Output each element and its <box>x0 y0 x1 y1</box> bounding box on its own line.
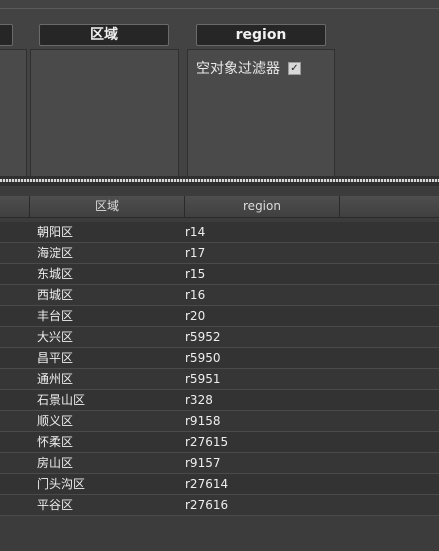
cell-region: r27616 <box>185 498 229 512</box>
cell-region: r20 <box>185 309 206 323</box>
null-object-filter-option[interactable]: 空对象过滤器 ✓ <box>196 58 301 78</box>
column-header-district[interactable]: 区域 <box>30 196 185 217</box>
panel-splitter[interactable] <box>0 176 439 186</box>
table-row[interactable]: 石景山区 r328 <box>0 390 439 411</box>
cell-district: 石景山区 <box>37 393 86 407</box>
table-row[interactable]: 朝阳区 r14 <box>0 222 439 243</box>
cell-district: 通州区 <box>37 372 74 386</box>
column-header-region[interactable]: region <box>185 196 340 217</box>
cell-district: 顺义区 <box>37 414 74 428</box>
cell-region: r14 <box>185 225 206 239</box>
cell-region: r5951 <box>185 372 221 386</box>
cell-region: r5950 <box>185 351 221 365</box>
table-row[interactable]: 平谷区 r27616 <box>0 495 439 516</box>
filter-header-district[interactable]: 区域 <box>39 24 169 46</box>
table-row[interactable]: 东城区 r15 <box>0 264 439 285</box>
cell-district: 门头沟区 <box>37 477 86 491</box>
cell-region: r15 <box>185 267 206 281</box>
null-object-filter-checkbox[interactable]: ✓ <box>288 61 301 75</box>
table-row[interactable]: 西城区 r16 <box>0 285 439 306</box>
filter-panel-region[interactable]: 空对象过滤器 ✓ <box>187 49 335 179</box>
null-object-filter-label: 空对象过滤器 <box>196 61 280 77</box>
table-row[interactable]: 怀柔区 r27615 <box>0 432 439 453</box>
cell-district: 昌平区 <box>37 351 74 365</box>
cell-district: 丰台区 <box>37 309 74 323</box>
filter-header-index[interactable] <box>0 24 13 46</box>
cell-district: 东城区 <box>37 267 74 281</box>
table-row[interactable]: 房山区 r9157 <box>0 453 439 474</box>
cell-region: r16 <box>185 288 206 302</box>
table-row[interactable]: 海淀区 r17 <box>0 243 439 264</box>
cell-region: r328 <box>185 393 213 407</box>
cell-district: 西城区 <box>37 288 74 302</box>
splitter-grip[interactable] <box>0 179 439 182</box>
table-row[interactable]: 昌平区 r5950 <box>0 348 439 369</box>
cell-region: r17 <box>185 246 206 260</box>
cell-region: r9158 <box>185 414 221 428</box>
filter-panel-district[interactable] <box>30 49 179 179</box>
column-header-empty[interactable] <box>340 196 439 217</box>
table-body: 朝阳区 r14 海淀区 r17 东城区 r15 西城区 r16 丰台区 r20 大兴区 r5952 昌平… <box>0 222 439 516</box>
cell-region: r5952 <box>185 330 221 344</box>
cell-region: r27614 <box>185 477 229 491</box>
data-viewer-window: 区域 region 空对象过滤器 ✓ 区域 region 朝阳区 r14 海淀区 r1… <box>0 0 439 551</box>
table-header: 区域 region <box>0 196 439 218</box>
cell-district: 平谷区 <box>37 498 74 512</box>
filter-header-region[interactable]: region <box>196 24 326 46</box>
checkmark-icon: ✓ <box>290 62 299 74</box>
cell-district: 怀柔区 <box>37 435 74 449</box>
filter-area: 区域 region 空对象过滤器 ✓ <box>0 0 439 179</box>
cell-region: r9157 <box>185 456 221 470</box>
cell-district: 房山区 <box>37 456 74 470</box>
filter-panel-index[interactable] <box>0 49 27 179</box>
column-header-index[interactable] <box>0 196 30 217</box>
table-row[interactable]: 大兴区 r5952 <box>0 327 439 348</box>
cell-district: 大兴区 <box>37 330 74 344</box>
table-row[interactable]: 门头沟区 r27614 <box>0 474 439 495</box>
filter-top-divider <box>0 8 439 9</box>
table-row[interactable]: 顺义区 r9158 <box>0 411 439 432</box>
cell-district: 朝阳区 <box>37 225 74 239</box>
table-row[interactable]: 通州区 r5951 <box>0 369 439 390</box>
cell-region: r27615 <box>185 435 229 449</box>
table-row[interactable]: 丰台区 r20 <box>0 306 439 327</box>
cell-district: 海淀区 <box>37 246 74 260</box>
